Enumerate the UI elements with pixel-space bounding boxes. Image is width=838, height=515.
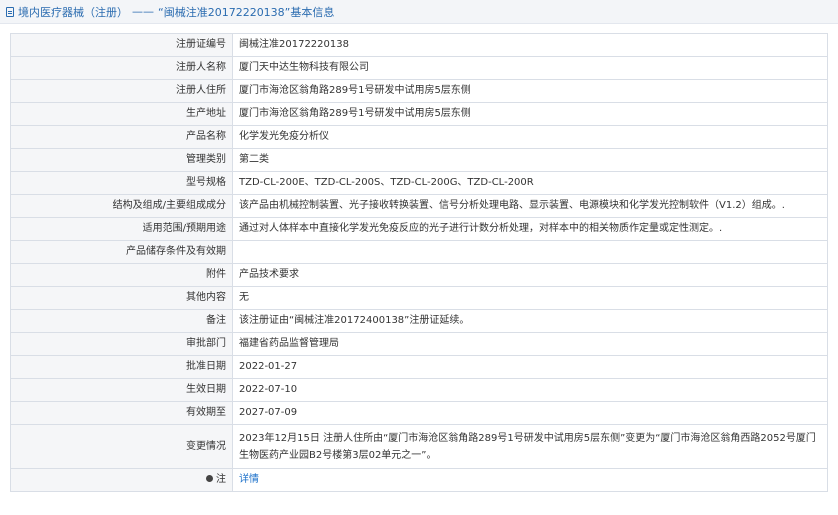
row-label-production-address: 生产地址 xyxy=(10,102,233,126)
row-label-category: 管理类别 xyxy=(10,148,233,172)
row-value-other: 无 xyxy=(232,286,828,310)
row-label-registrant: 注册人名称 xyxy=(10,56,233,80)
table-row: 型号规格 TZD-CL-200E、TZD-CL-200S、TZD-CL-200G… xyxy=(10,171,828,195)
row-label-changes: 变更情况 xyxy=(10,424,233,469)
table-row: 适用范围/预期用途 通过对人体样本中直接化学发光免疫反应的光子进行计数分析处理，… xyxy=(10,217,828,241)
row-label-attachment: 附件 xyxy=(10,263,233,287)
table-row: 注 详情 xyxy=(10,468,828,492)
table-row: 注册证编号 闽械注准20172220138 xyxy=(10,33,828,57)
row-value-note: 该注册证由“闽械注准20172400138”注册证延续。 xyxy=(232,309,828,333)
header-separator: —— xyxy=(132,5,154,18)
table-row: 批准日期 2022-01-27 xyxy=(10,355,828,379)
row-value-registrant: 厦门天中达生物科技有限公司 xyxy=(232,56,828,80)
row-value-composition: 该产品由机械控制装置、光子接收转换装置、信号分析处理电路、显示装置、电源模块和化… xyxy=(232,194,828,218)
row-value-effective-date: 2022-07-10 xyxy=(232,378,828,402)
table-row: 注册人名称 厦门天中达生物科技有限公司 xyxy=(10,56,828,80)
info-table-container: 注册证编号 闽械注准20172220138 注册人名称 厦门天中达生物科技有限公… xyxy=(10,33,828,492)
table-row: 变更情况 2023年12月15日 注册人住所由“厦门市海沧区翁角路289号1号研… xyxy=(10,424,828,469)
table-row: 生产地址 厦门市海沧区翁角路289号1号研发中试用房5层东侧 xyxy=(10,102,828,126)
table-row: 产品名称 化学发光免疫分析仪 xyxy=(10,125,828,149)
row-label-storage: 产品储存条件及有效期 xyxy=(10,240,233,264)
table-row: 生效日期 2022-07-10 xyxy=(10,378,828,402)
row-label-intended-use: 适用范围/预期用途 xyxy=(10,217,233,241)
row-value-changes: 2023年12月15日 注册人住所由“厦门市海沧区翁角路289号1号研发中试用房… xyxy=(232,424,828,469)
page-header: 境内医疗器械（注册） —— “闽械注准20172220138”基本信息 xyxy=(0,0,838,24)
document-icon xyxy=(6,6,14,17)
header-category: 境内医疗器械（注册） xyxy=(18,5,128,19)
row-label-remark: 注 xyxy=(10,468,233,492)
row-label-note: 备注 xyxy=(10,309,233,333)
table-row: 有效期至 2027-07-09 xyxy=(10,401,828,425)
table-row: 结构及组成/主要组成成分 该产品由机械控制装置、光子接收转换装置、信号分析处理电… xyxy=(10,194,828,218)
row-value-production-address: 厦门市海沧区翁角路289号1号研发中试用房5层东侧 xyxy=(232,102,828,126)
row-value-remark: 详情 xyxy=(232,468,828,492)
row-value-valid-until: 2027-07-09 xyxy=(232,401,828,425)
table-row: 其他内容 无 xyxy=(10,286,828,310)
row-label-product-name: 产品名称 xyxy=(10,125,233,149)
row-value-intended-use: 通过对人体样本中直接化学发光免疫反应的光子进行计数分析处理，对样本中的相关物质作… xyxy=(232,217,828,241)
row-value-attachment: 产品技术要求 xyxy=(232,263,828,287)
row-value-product-name: 化学发光免疫分析仪 xyxy=(232,125,828,149)
remark-icon xyxy=(206,474,213,482)
table-row: 附件 产品技术要求 xyxy=(10,263,828,287)
row-label-effective-date: 生效日期 xyxy=(10,378,233,402)
row-label-composition: 结构及组成/主要组成成分 xyxy=(10,194,233,218)
table-row: 产品储存条件及有效期 xyxy=(10,240,828,264)
header-registration-title: “闽械注准20172220138”基本信息 xyxy=(158,5,335,19)
table-row: 注册人住所 厦门市海沧区翁角路289号1号研发中试用房5层东侧 xyxy=(10,79,828,103)
row-value-reg-no: 闽械注准20172220138 xyxy=(232,33,828,57)
row-value-category: 第二类 xyxy=(232,148,828,172)
row-value-approval-date: 2022-01-27 xyxy=(232,355,828,379)
row-value-model-spec: TZD-CL-200E、TZD-CL-200S、TZD-CL-200G、TZD-… xyxy=(232,171,828,195)
table-row: 审批部门 福建省药品监督管理局 xyxy=(10,332,828,356)
row-label-approval-dept: 审批部门 xyxy=(10,332,233,356)
row-value-approval-dept: 福建省药品监督管理局 xyxy=(232,332,828,356)
row-label-other: 其他内容 xyxy=(10,286,233,310)
table-row: 备注 该注册证由“闽械注准20172400138”注册证延续。 xyxy=(10,309,828,333)
row-label-reg-no: 注册证编号 xyxy=(10,33,233,57)
row-value-storage xyxy=(232,240,828,264)
row-label-model-spec: 型号规格 xyxy=(10,171,233,195)
row-label-approval-date: 批准日期 xyxy=(10,355,233,379)
remark-label: 注 xyxy=(216,474,226,485)
row-label-valid-until: 有效期至 xyxy=(10,401,233,425)
row-label-registrant-address: 注册人住所 xyxy=(10,79,233,103)
details-link[interactable]: 详情 xyxy=(239,474,259,485)
info-table: 注册证编号 闽械注准20172220138 注册人名称 厦门天中达生物科技有限公… xyxy=(10,33,828,492)
row-value-registrant-address: 厦门市海沧区翁角路289号1号研发中试用房5层东侧 xyxy=(232,79,828,103)
table-row: 管理类别 第二类 xyxy=(10,148,828,172)
